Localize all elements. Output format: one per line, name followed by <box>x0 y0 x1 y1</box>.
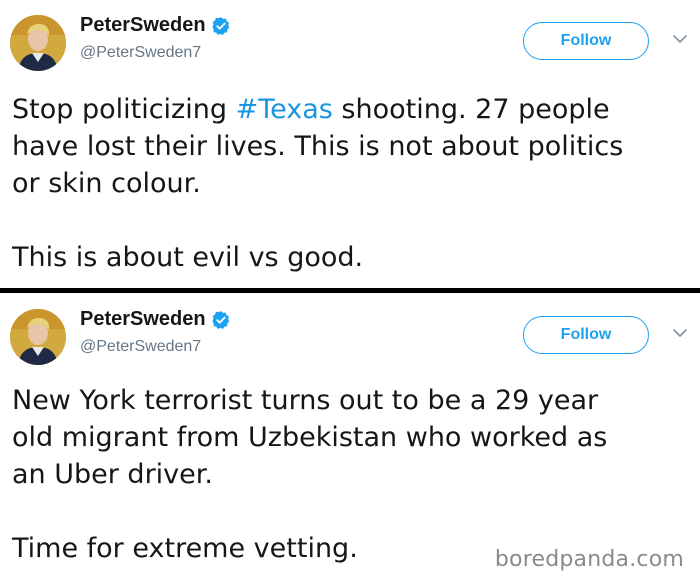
tweet-line: This is about evil vs good. <box>12 242 364 273</box>
user-handle[interactable]: @PeterSweden7 <box>80 44 201 62</box>
avatar[interactable] <box>10 309 66 365</box>
verified-icon <box>211 16 231 36</box>
verified-icon <box>211 310 231 330</box>
tweet-line: an Uber driver. <box>12 459 213 490</box>
tweet-text-segment: Stop politicizing <box>12 94 236 125</box>
hashtag-link[interactable]: #Texas <box>236 94 333 125</box>
follow-button[interactable]: Follow <box>523 22 649 60</box>
divider <box>0 288 700 293</box>
tweet-line: or skin colour. <box>12 168 201 199</box>
chevron-down-icon[interactable] <box>672 33 688 45</box>
tweet-line: New York terrorist turns out to be a 29 … <box>12 385 599 416</box>
user-name-row: PeterSweden <box>80 308 231 331</box>
user-name-row: PeterSweden <box>80 14 231 37</box>
tweet-text: Stop politicizing #Texas shooting. 27 pe… <box>12 91 697 276</box>
display-name[interactable]: PeterSweden <box>80 14 206 37</box>
tweet-text: New York terrorist turns out to be a 29 … <box>12 382 697 567</box>
tweet-line: old migrant from Uzbekistan who worked a… <box>12 422 608 453</box>
display-name[interactable]: PeterSweden <box>80 308 206 331</box>
follow-button[interactable]: Follow <box>523 316 649 354</box>
tweet-line: have lost their lives. This is not about… <box>12 131 624 162</box>
avatar[interactable] <box>10 15 66 71</box>
user-handle[interactable]: @PeterSweden7 <box>80 338 201 356</box>
tweet-line: Stop politicizing #Texas shooting. 27 pe… <box>12 91 697 128</box>
chevron-down-icon[interactable] <box>672 327 688 339</box>
tweet-card: PeterSweden @PeterSweden7 Follow New Yor… <box>0 294 700 582</box>
tweet-card: PeterSweden @PeterSweden7 Follow Stop po… <box>0 0 700 288</box>
tweet-text-segment: shooting. 27 people <box>332 94 610 125</box>
watermark: boredpanda.com <box>494 547 684 572</box>
